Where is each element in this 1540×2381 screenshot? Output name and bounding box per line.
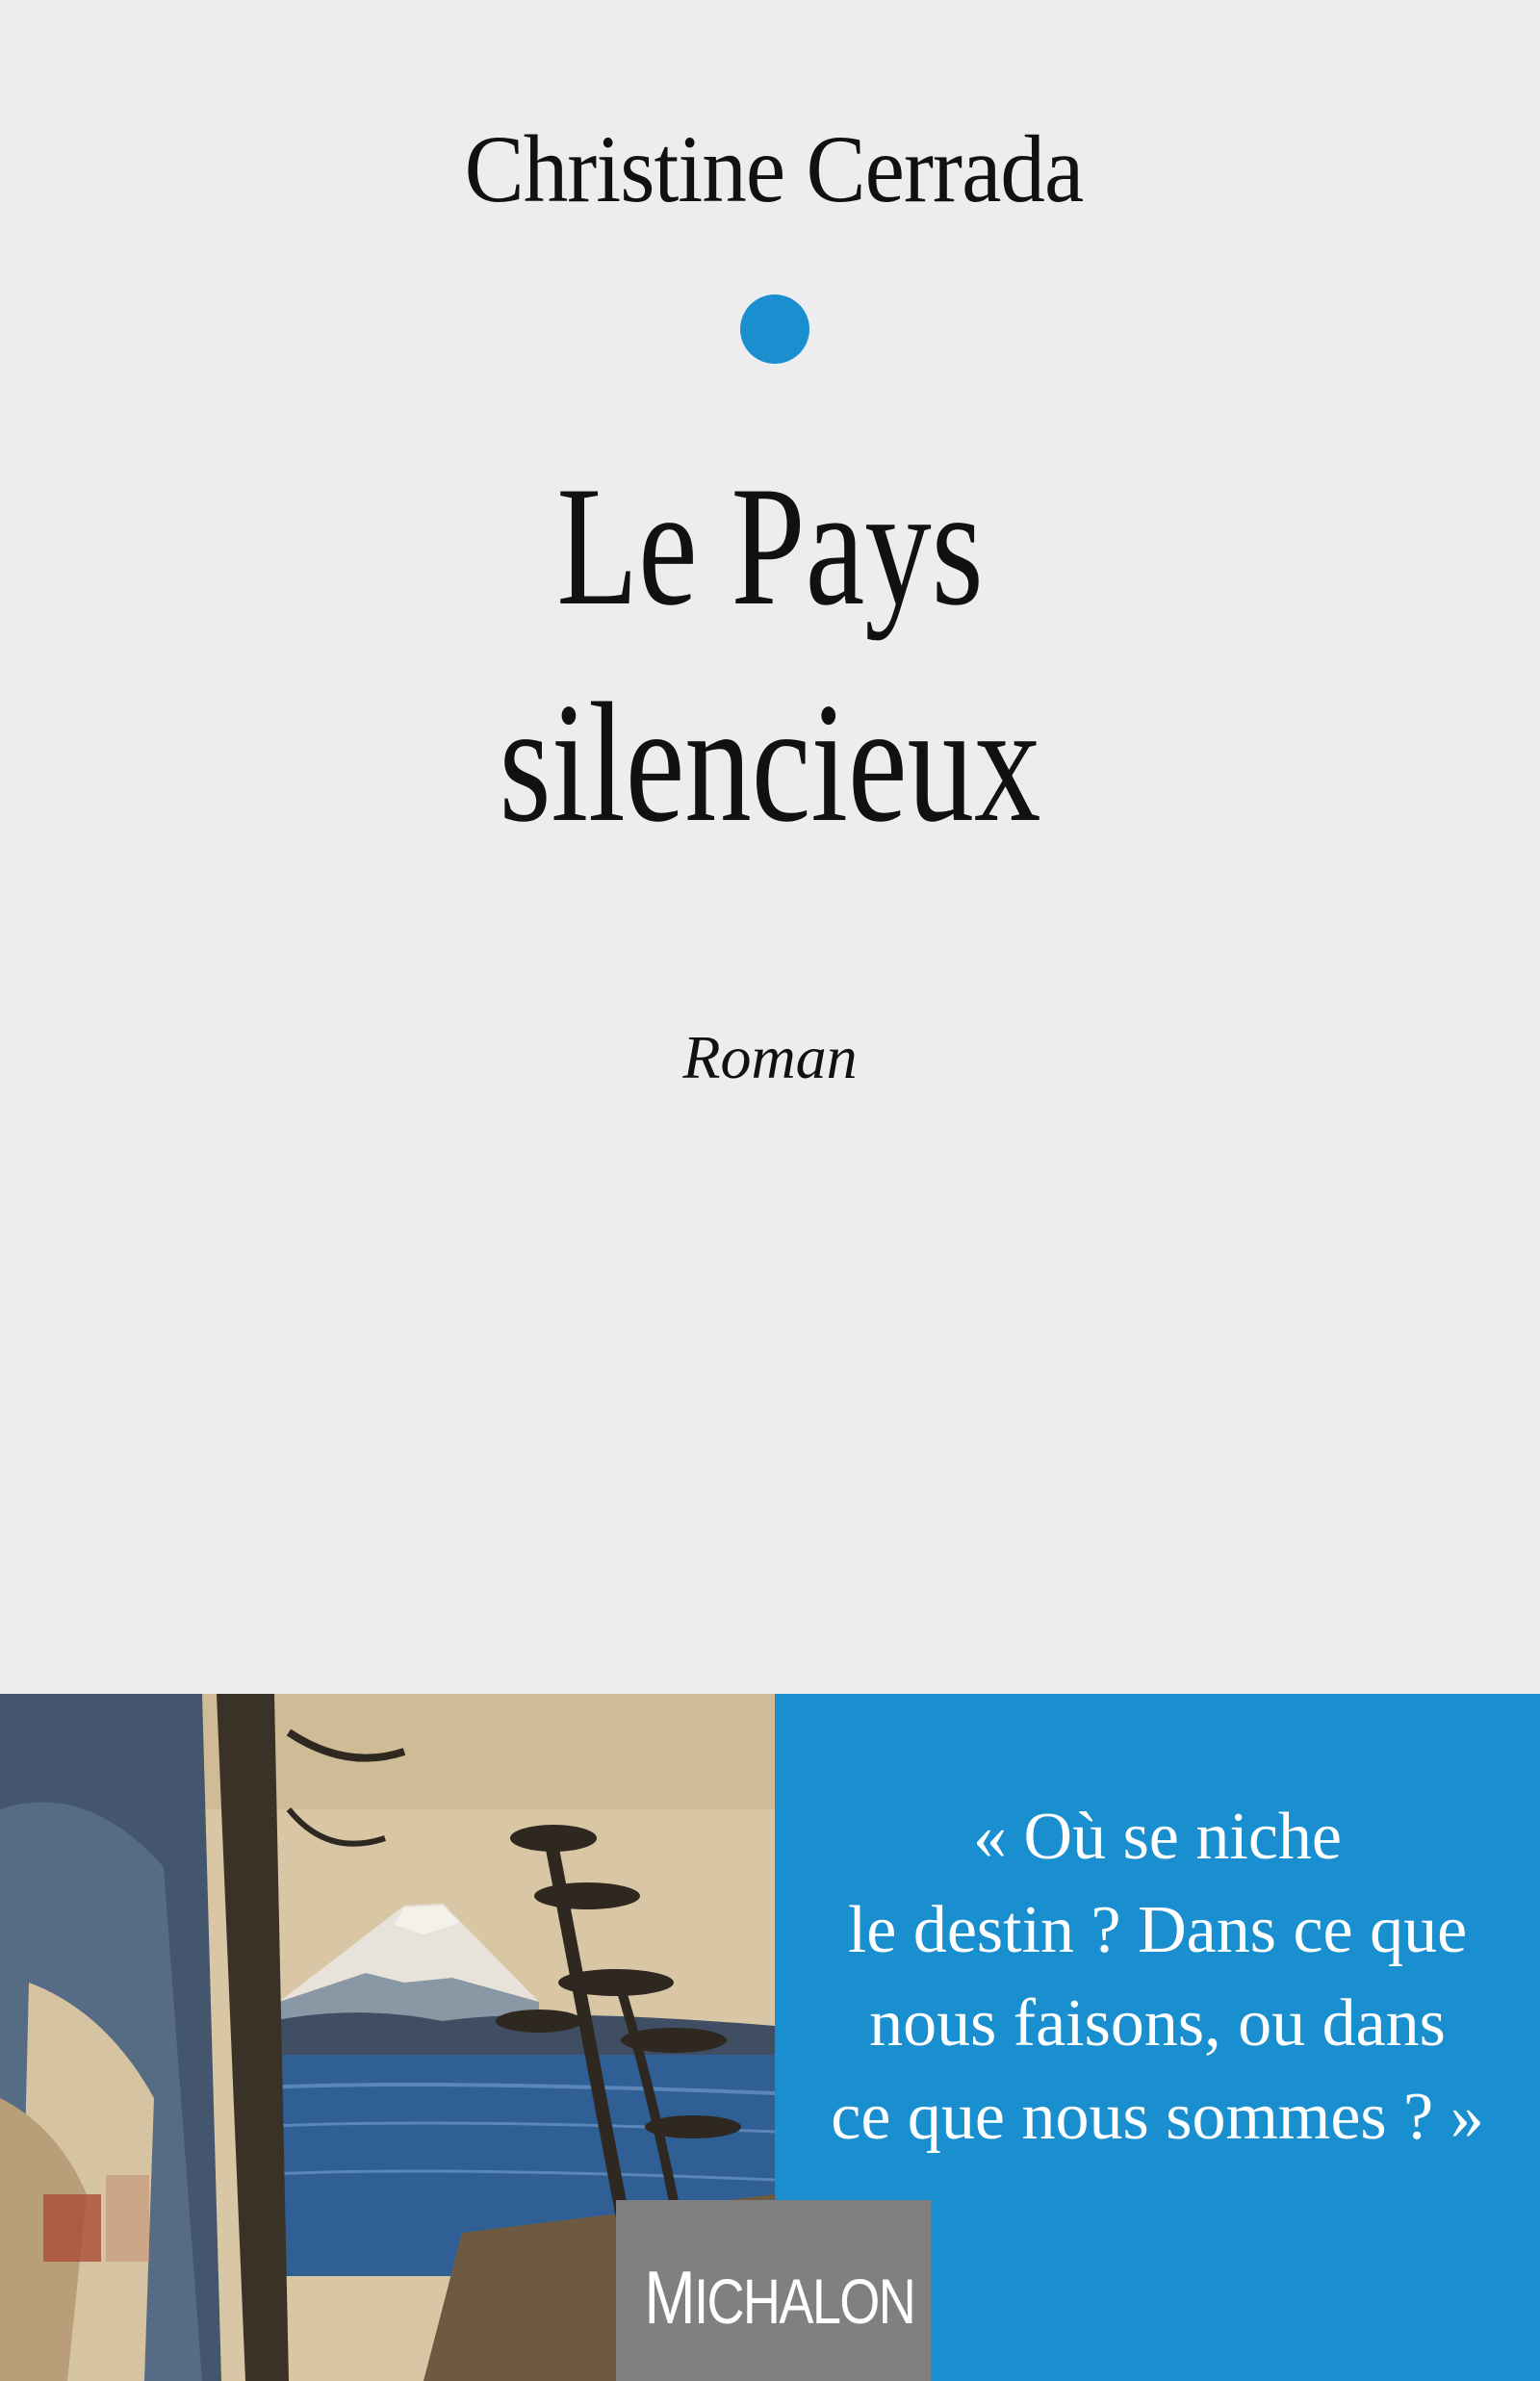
genre-label: Roman [682,1023,858,1091]
artist-seal [43,2194,101,2262]
publisher-logo: MICHALON [616,2200,931,2381]
title-line-2: silencieux [499,667,1041,858]
quote-line-1: « Où se niche [973,1800,1342,1874]
author-name: Christine Cerrada [464,115,1085,222]
publisher-name: MICHALON [644,2255,915,2340]
quote-line-2: le destin ? Dans ce que [847,1893,1468,1967]
quote-line-4: ce que nous sommes ? » [831,2080,1484,2154]
title-line-1: Le Pays [556,450,984,641]
blue-dot-ornament [740,294,809,364]
book-title: Le Pays silencieux [169,438,1371,871]
back-quote: « Où se niche le destin ? Dans ce que no… [775,1790,1540,2163]
quote-line-3: nous faisons, ou dans [869,1986,1446,2061]
book-cover: Christine Cerrada Le Pays silencieux Rom… [0,0,1540,2381]
